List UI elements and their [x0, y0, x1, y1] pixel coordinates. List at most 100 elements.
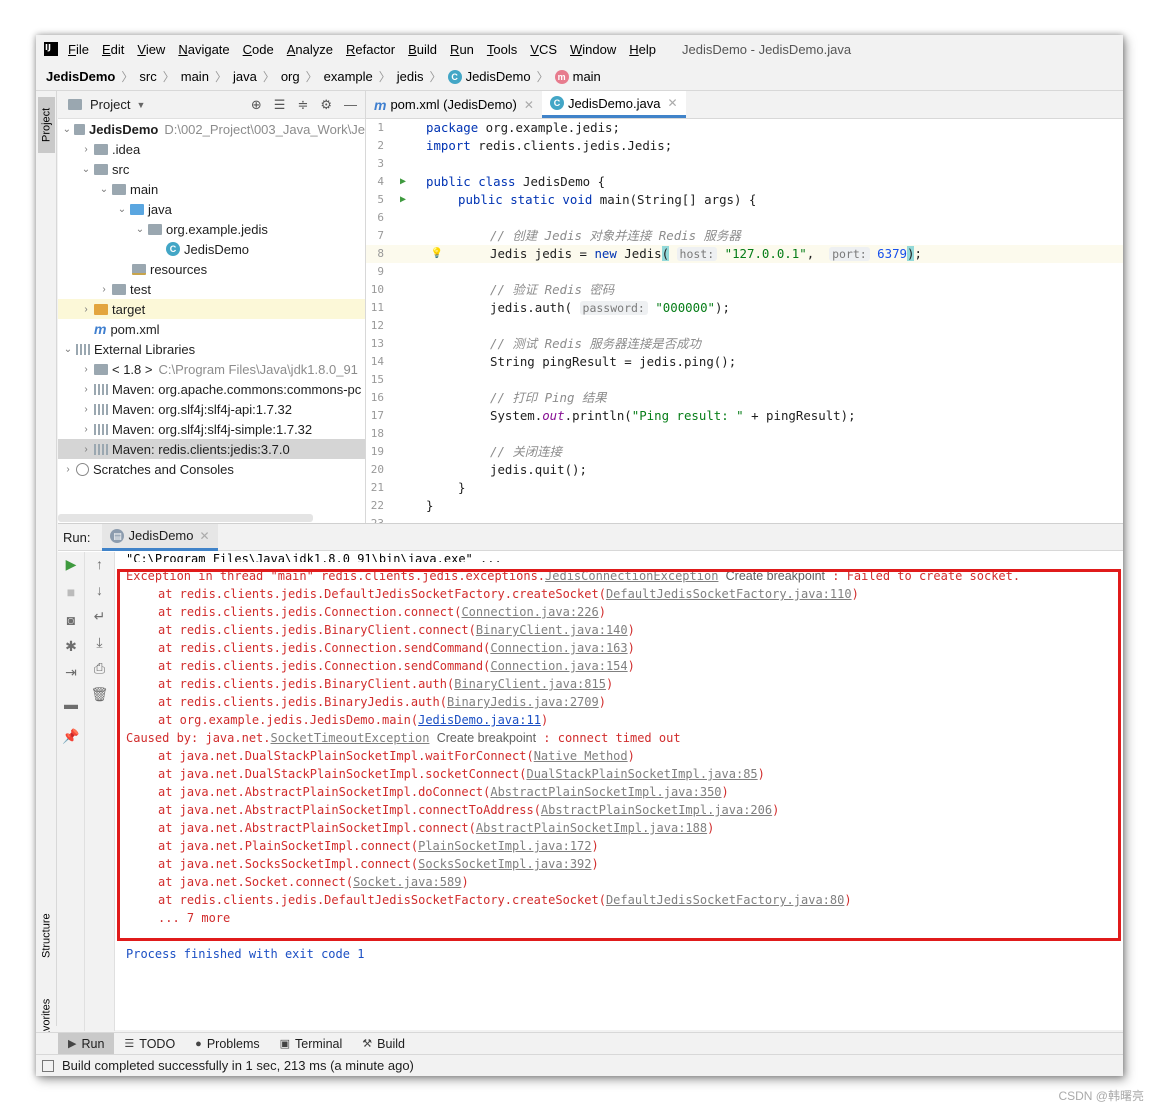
menu-file[interactable]: File [68, 42, 89, 57]
menu-vcs[interactable]: VCS [530, 42, 557, 57]
menu-code[interactable]: Code [243, 42, 274, 57]
close-icon[interactable]: ✕ [524, 98, 534, 112]
tree-item-resources[interactable]: resources [58, 259, 365, 279]
project-view-selector[interactable]: Project [90, 97, 130, 112]
tree-item-src[interactable]: ⌄ src [58, 159, 365, 179]
code-line-current: 8 💡 Jedis jedis = new Jedis( host: "127.0.… [366, 245, 1123, 263]
tree-item-target[interactable]: › target [58, 299, 365, 319]
crumb-example[interactable]: example [324, 69, 373, 84]
crumb-src[interactable]: src [139, 69, 156, 84]
chevron-down-icon[interactable]: ⌄ [98, 184, 110, 195]
crumb-java[interactable]: java [233, 69, 257, 84]
menu-window[interactable]: Window [570, 42, 616, 57]
arrow-up-icon[interactable]: ↑ [85, 556, 114, 572]
tree-item-project-root[interactable]: ⌄ JedisDemo D:\002_Project\003_Java_Work\J… [58, 119, 365, 139]
menu-edit[interactable]: Edit [102, 42, 124, 57]
stop-icon[interactable]: ■ [58, 584, 84, 600]
gear-icon[interactable]: ⚙ [320, 97, 332, 113]
chevron-right-icon[interactable]: › [80, 144, 92, 155]
print-icon[interactable]: ⎙ [85, 660, 114, 677]
close-icon[interactable]: ✕ [200, 529, 210, 543]
crumb-class[interactable]: C JedisDemo [447, 69, 531, 84]
chevron-down-icon[interactable]: ▼ [136, 100, 145, 110]
tree-item-scratches[interactable]: › Scratches and Consoles [58, 459, 365, 479]
locate-icon[interactable]: ⊕ [251, 97, 262, 113]
camera-icon[interactable]: ◙ [58, 612, 84, 628]
code-editor[interactable]: 1 package org.example.jedis; 2 import redi… [366, 119, 1123, 523]
menu-run[interactable]: Run [450, 42, 474, 57]
project-tool-label: Project [40, 107, 53, 143]
run-gutter-icon[interactable]: ▶ [396, 173, 410, 191]
code-part: ; [914, 246, 922, 261]
crumb-jedis[interactable]: jedis [397, 69, 424, 84]
crumb-project[interactable]: JedisDemo [46, 69, 115, 84]
chevron-down-icon[interactable]: ⌄ [134, 224, 146, 235]
chevron-down-icon[interactable]: ⌄ [116, 204, 128, 215]
tree-item-main[interactable]: ⌄ main [58, 179, 365, 199]
structure-tool-tab[interactable]: Structure [38, 901, 55, 971]
layout-icon[interactable]: ▬ [58, 696, 84, 712]
expand-all-icon[interactable]: ☰ [274, 97, 286, 113]
menu-refactor[interactable]: Refactor [346, 42, 395, 57]
tree-item-lib-slf4j-simple[interactable]: › Maven: org.slf4j:slf4j-simple:1.7.32 [58, 419, 365, 439]
close-icon[interactable]: ✕ [667, 96, 677, 110]
menu-navigate[interactable]: Navigate [178, 42, 229, 57]
chevron-right-icon[interactable]: › [80, 424, 92, 435]
menu-help[interactable]: Help [629, 42, 656, 57]
project-tool-tab[interactable]: Project [38, 97, 55, 153]
rerun-icon[interactable]: ▶ [58, 556, 84, 573]
crumb-org[interactable]: org [281, 69, 300, 84]
menu-view[interactable]: View [137, 42, 165, 57]
tree-item-jdk[interactable]: › < 1.8 > C:\Program Files\Java\jdk1.8.0_9… [58, 359, 365, 379]
pin-icon[interactable]: 📌 [58, 728, 84, 745]
bottom-tab-todo[interactable]: ☰ TODO [114, 1033, 185, 1055]
tree-item-package[interactable]: ⌄ org.example.jedis [58, 219, 365, 239]
tree-item-external-libraries[interactable]: ⌄ External Libraries [58, 339, 365, 359]
tab-pom-xml[interactable]: m pom.xml (JedisDemo) ✕ [366, 91, 542, 118]
run-gutter-icon[interactable]: ▶ [396, 191, 410, 209]
bottom-tab-problems[interactable]: ● Problems [185, 1033, 269, 1055]
tree-label: pom.xml [110, 321, 160, 337]
chevron-right-icon[interactable]: › [80, 404, 92, 415]
debug-icon[interactable]: ✱ [58, 638, 84, 655]
tree-item-lib-commons[interactable]: › Maven: org.apache.commons:commons-pc [58, 379, 365, 399]
hide-icon[interactable]: — [344, 97, 357, 113]
bottom-tab-terminal[interactable]: ▣ Terminal [270, 1033, 353, 1055]
chevron-down-icon[interactable]: ⌄ [80, 164, 92, 175]
chevron-down-icon[interactable]: ⌄ [62, 124, 72, 135]
horizontal-scrollbar[interactable] [58, 514, 313, 522]
tree-item-idea[interactable]: › .idea [58, 139, 365, 159]
scroll-to-end-icon[interactable]: ⤓ [85, 634, 114, 651]
run-tab-jedisdemo[interactable]: ▤ JedisDemo ✕ [102, 523, 218, 551]
trash-icon[interactable]: 🗑 [85, 686, 114, 703]
chevron-right-icon[interactable]: › [62, 464, 74, 475]
crumb-method[interactable]: m main [554, 69, 601, 84]
tree-item-lib-slf4j-api[interactable]: › Maven: org.slf4j:slf4j-api:1.7.32 [58, 399, 365, 419]
chevron-right-icon[interactable]: › [98, 284, 110, 295]
code-line: 7 // 创建 Jedis 对象并连接 Redis 服务器 [366, 227, 1123, 245]
chevron-right-icon[interactable]: › [80, 444, 92, 455]
tree-item-jedisdemo-class[interactable]: C JedisDemo [58, 239, 365, 259]
tree-item-java[interactable]: ⌄ java [58, 199, 365, 219]
library-icon [94, 423, 108, 435]
crumb-main[interactable]: main [181, 69, 209, 84]
chevron-right-icon[interactable]: › [80, 304, 92, 315]
exit-icon[interactable]: ⇥ [58, 664, 84, 681]
collapse-all-icon[interactable]: ≑ [297, 97, 308, 113]
tree-item-lib-jedis[interactable]: › Maven: redis.clients:jedis:3.7.0 [58, 439, 365, 459]
chevron-right-icon[interactable]: › [80, 384, 92, 395]
tree-item-pom[interactable]: m pom.xml [58, 319, 365, 339]
status-icon[interactable] [42, 1059, 54, 1072]
soft-wrap-icon[interactable]: ↵ [85, 608, 114, 625]
bottom-tab-run[interactable]: ▶ Run [58, 1032, 115, 1055]
menu-tools[interactable]: Tools [487, 42, 517, 57]
menu-analyze[interactable]: Analyze [287, 42, 333, 57]
tree-item-test[interactable]: › test [58, 279, 365, 299]
chevron-down-icon[interactable]: ⌄ [62, 344, 74, 355]
arrow-down-icon[interactable]: ↓ [85, 582, 114, 598]
bottom-tab-build[interactable]: ⚒ Build [352, 1033, 415, 1055]
lightbulb-icon[interactable]: 💡 [430, 245, 444, 263]
menu-build[interactable]: Build [408, 42, 437, 57]
tab-jedisdemo-java[interactable]: C JedisDemo.java ✕ [541, 91, 686, 118]
chevron-right-icon[interactable]: › [80, 364, 92, 375]
